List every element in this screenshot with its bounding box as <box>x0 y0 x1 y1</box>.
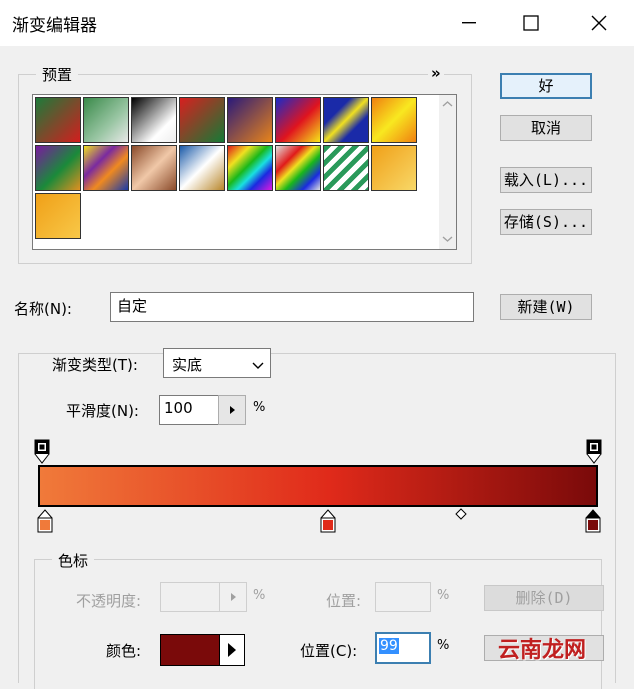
preset-swatch-transparent-stripes[interactable] <box>323 145 369 191</box>
preset-swatch-chrome[interactable] <box>179 145 225 191</box>
color-location-value: 99 <box>379 638 399 654</box>
preset-swatch-transparent-rainbow[interactable] <box>275 145 321 191</box>
color-stop-group <box>34 559 602 689</box>
smoothness-label: 平滑度(N): <box>66 402 139 420</box>
preset-swatch-blue-yellow-blue[interactable] <box>323 97 369 143</box>
color-location-label: 位置(C): <box>300 642 358 660</box>
opacity-unit: % <box>253 588 266 603</box>
save-button[interactable]: 存储(S)... <box>500 209 592 235</box>
color-picker-arrow[interactable] <box>219 634 245 666</box>
presets-menu-icon[interactable]: » <box>428 64 444 82</box>
preset-swatch-black-white[interactable] <box>131 97 177 143</box>
name-input[interactable]: 自定 <box>110 292 474 322</box>
cancel-button[interactable]: 取消 <box>500 115 592 141</box>
delete-opacity-button[interactable]: 删除(D) <box>484 585 604 611</box>
preset-swatch-violet-orange[interactable] <box>227 97 273 143</box>
preset-swatch-violet-green-orange[interactable] <box>35 145 81 191</box>
opacity-label: 不透明度: <box>76 592 142 610</box>
preset-swatch-red-green[interactable] <box>179 97 225 143</box>
title-bar: 渐变编辑器 <box>0 0 634 46</box>
preset-swatch-orange-yellow-orange[interactable] <box>371 97 417 143</box>
color-location-input[interactable]: 99 <box>375 632 431 664</box>
color-swatch[interactable] <box>160 634 220 666</box>
gradient-type-value: 实底 <box>172 356 203 374</box>
close-icon[interactable] <box>576 0 622 46</box>
color-location-unit: % <box>437 638 450 653</box>
gradient-type-label: 渐变类型(T): <box>50 354 140 375</box>
midpoint-diamond[interactable] <box>455 508 467 524</box>
preset-swatch-foreground-transparent[interactable] <box>83 97 129 143</box>
preset-swatch-blue-red-yellow[interactable] <box>275 97 321 143</box>
opacity-location-label: 位置: <box>326 592 362 610</box>
preset-swatch-custom-orange[interactable] <box>35 193 81 239</box>
preset-swatch-orange-yellow[interactable] <box>371 145 417 191</box>
watermark-text: 云南龙网 <box>498 638 587 663</box>
opacity-location-unit: % <box>437 588 450 603</box>
ok-button[interactable]: 好 <box>500 73 592 99</box>
preset-swatch-list <box>32 94 457 250</box>
color-stop-legend: 色标 <box>52 550 95 571</box>
load-button[interactable]: 载入(L)... <box>500 167 592 193</box>
smoothness-unit: % <box>253 400 266 415</box>
color-stop-left[interactable] <box>36 508 54 538</box>
preset-swatch-foreground-background[interactable] <box>35 97 81 143</box>
preset-scrollbar[interactable] <box>439 95 456 249</box>
preset-swatch-spectrum[interactable] <box>227 145 273 191</box>
gradient-type-select[interactable]: 实底 <box>163 348 271 378</box>
window-title: 渐变编辑器 <box>12 16 97 36</box>
color-stop-middle[interactable] <box>319 508 337 538</box>
opacity-input[interactable] <box>160 582 220 612</box>
preset-swatch-copper[interactable] <box>131 145 177 191</box>
opacity-stepper[interactable] <box>219 582 247 612</box>
color-label: 颜色: <box>106 642 142 660</box>
presets-legend: 预置 <box>36 64 79 85</box>
chevron-down-icon <box>252 358 264 374</box>
smoothness-stepper[interactable] <box>218 395 246 425</box>
preset-swatch-yellow-violet-orange-blue[interactable] <box>83 145 129 191</box>
smoothness-input[interactable]: 100 <box>159 395 219 425</box>
maximize-icon[interactable] <box>508 0 554 46</box>
color-stop-right-selected[interactable] <box>584 508 602 538</box>
new-button[interactable]: 新建(W) <box>500 294 592 320</box>
opacity-location-input[interactable] <box>375 582 431 612</box>
gradient-preview-bar[interactable] <box>38 465 598 507</box>
name-label: 名称(N): <box>14 300 72 318</box>
minimize-icon[interactable] <box>446 0 492 46</box>
